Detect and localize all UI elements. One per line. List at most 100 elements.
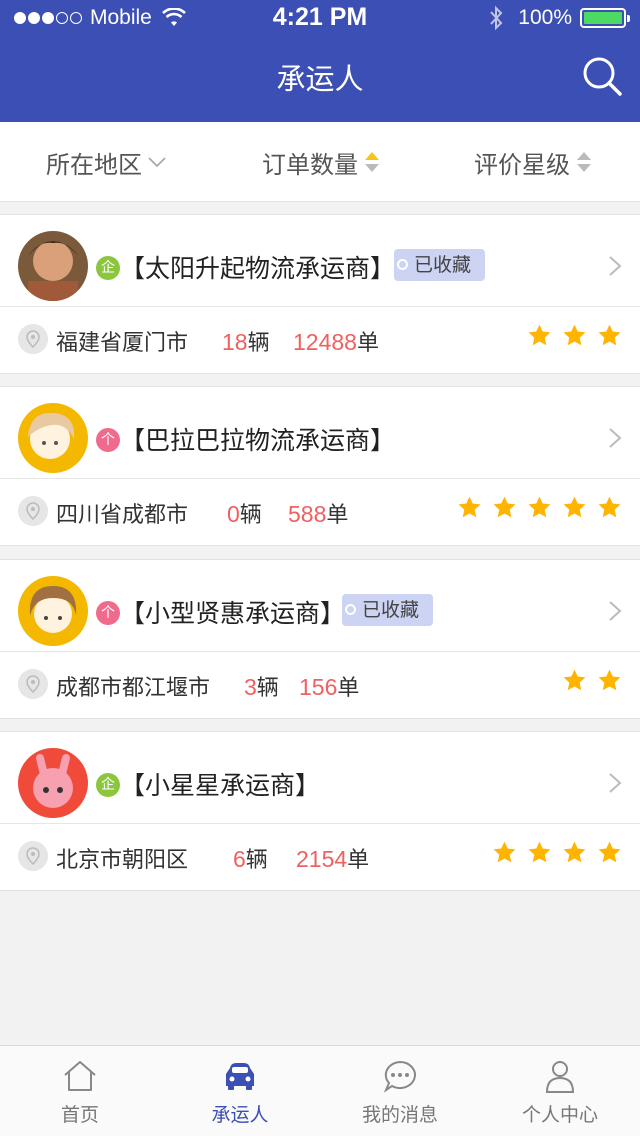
location-pin-icon (18, 496, 48, 526)
enterprise-badge: 企 (96, 773, 120, 797)
vehicle-count-unit: 辆 (247, 331, 270, 356)
location-pin-icon (18, 841, 48, 871)
vehicle-count: 18辆 (222, 325, 270, 357)
carrier-card[interactable]: 企 【小星星承运商】 北京市朝阳区 6辆 2154单 (0, 731, 640, 891)
order-count: 12488单 (293, 325, 379, 357)
star-icon (563, 669, 586, 691)
tab-home[interactable]: 首页 (0, 1046, 160, 1136)
star-rating (457, 495, 622, 520)
vehicle-count-value: 6 (233, 846, 246, 872)
carrier-name: 【小星星承运商】 (120, 771, 321, 800)
star-icon (458, 496, 481, 518)
star-rating (562, 668, 622, 693)
page-title: 承运人 (276, 62, 364, 96)
carrier-name: 【太阳升起物流承运商】 (120, 254, 396, 283)
carrier-name: 【巴拉巴拉物流承运商】 (120, 426, 396, 455)
chevron-right-icon (609, 601, 622, 621)
chevron-down-icon (148, 157, 166, 168)
tab-profile[interactable]: 个人中心 (480, 1046, 640, 1136)
star-icon (563, 496, 586, 518)
vehicle-count-unit: 辆 (245, 848, 268, 873)
individual-badge: 个 (96, 428, 120, 452)
order-count: 156单 (299, 670, 359, 702)
location-pin-icon (18, 324, 48, 354)
star-icon (528, 841, 551, 863)
star-icon (563, 324, 586, 346)
status-right: 100% (488, 5, 630, 31)
star-icon (598, 841, 621, 863)
star-icon (598, 324, 621, 346)
carrier-location: 成都市都江堰市 (56, 676, 211, 701)
star-rating (527, 323, 622, 348)
enterprise-badge: 企 (96, 256, 120, 280)
tab-carrier[interactable]: 承运人 (160, 1046, 320, 1136)
sort-icon (577, 152, 591, 172)
avatar (18, 576, 88, 646)
order-count-value: 588 (288, 501, 327, 527)
carrier-location: 福建省厦门市 (56, 331, 189, 356)
carrier-card-header[interactable]: 个 【巴拉巴拉物流承运商】 (0, 387, 640, 479)
tab-messages-label: 我的消息 (361, 1104, 438, 1126)
carrier-card-header[interactable]: 个 【小型贤惠承运商】 已收藏 (0, 560, 640, 652)
avatar (18, 403, 88, 473)
carrier-card-stats: 成都市都江堰市 3辆 156单 (0, 652, 640, 718)
sort-order-count[interactable]: 订单数量 (262, 122, 380, 202)
tab-home-label: 首页 (60, 1104, 99, 1126)
status-bar: Mobile 4:21 PM 100% (0, 0, 640, 36)
star-icon (528, 324, 551, 346)
star-icon (598, 669, 621, 691)
carrier-location: 四川省成都市 (56, 503, 189, 528)
star-icon (528, 496, 551, 518)
favorite-tag: 已收藏 (394, 249, 486, 281)
carrier-card[interactable]: 个 【小型贤惠承运商】 已收藏 成都市都江堰市 3辆 156单 (0, 559, 640, 719)
vehicle-count: 0辆 (227, 497, 262, 529)
vehicle-count-value: 0 (227, 501, 240, 527)
avatar (18, 748, 88, 818)
vehicle-count-value: 3 (244, 674, 257, 700)
home-icon (64, 1061, 96, 1091)
carrier-location: 北京市朝阳区 (56, 848, 189, 873)
chevron-right-icon (609, 256, 622, 276)
star-icon (598, 496, 621, 518)
location-pin-icon (18, 669, 48, 699)
vehicle-count: 3辆 (244, 670, 279, 702)
sort-rating[interactable]: 评价星级 (474, 122, 592, 202)
filter-region[interactable]: 所在地区 (46, 122, 166, 202)
tab-messages[interactable]: 我的消息 (320, 1046, 480, 1136)
sort-filter-bar: 所在地区 订单数量 评价星级 (0, 122, 640, 202)
sort-icon (365, 152, 379, 172)
sort-order-count-label: 订单数量 (262, 150, 358, 179)
carrier-card-stats: 四川省成都市 0辆 588单 (0, 479, 640, 545)
tab-profile-label: 个人中心 (521, 1104, 598, 1126)
vehicle-count-unit: 辆 (256, 676, 279, 701)
search-icon[interactable] (580, 54, 624, 98)
order-count-value: 12488 (293, 329, 357, 355)
order-count-unit: 单 (337, 676, 360, 701)
carrier-card-stats: 北京市朝阳区 6辆 2154单 (0, 824, 640, 890)
star-icon (493, 841, 516, 863)
order-count-unit: 单 (326, 503, 349, 528)
star-icon (563, 841, 586, 863)
favorite-tag: 已收藏 (342, 594, 434, 626)
battery-icon (580, 8, 630, 28)
star-icon (493, 496, 516, 518)
carrier-card-header[interactable]: 企 【太阳升起物流承运商】 已收藏 (0, 215, 640, 307)
vehicle-count-value: 18 (222, 329, 248, 355)
carrier-card[interactable]: 个 【巴拉巴拉物流承运商】 四川省成都市 0辆 588单 (0, 386, 640, 546)
carrier-card-stats: 福建省厦门市 18辆 12488单 (0, 307, 640, 373)
star-rating (492, 840, 622, 865)
avatar (18, 231, 88, 301)
carrier-card-header[interactable]: 企 【小星星承运商】 (0, 732, 640, 824)
battery-percent: 100% (518, 6, 572, 29)
carrier-card[interactable]: 企 【太阳升起物流承运商】 已收藏 福建省厦门市 18辆 12488单 (0, 214, 640, 374)
bluetooth-icon (490, 5, 503, 31)
chevron-right-icon (609, 773, 622, 793)
individual-badge: 个 (96, 601, 120, 625)
carrier-name: 【小型贤惠承运商】 (120, 599, 346, 628)
order-count-unit: 单 (347, 848, 370, 873)
user-icon (545, 1061, 575, 1093)
vehicle-count: 6辆 (233, 842, 268, 874)
tab-carrier-label: 承运人 (211, 1104, 269, 1126)
chat-icon (383, 1060, 416, 1093)
order-count: 2154单 (296, 842, 369, 874)
